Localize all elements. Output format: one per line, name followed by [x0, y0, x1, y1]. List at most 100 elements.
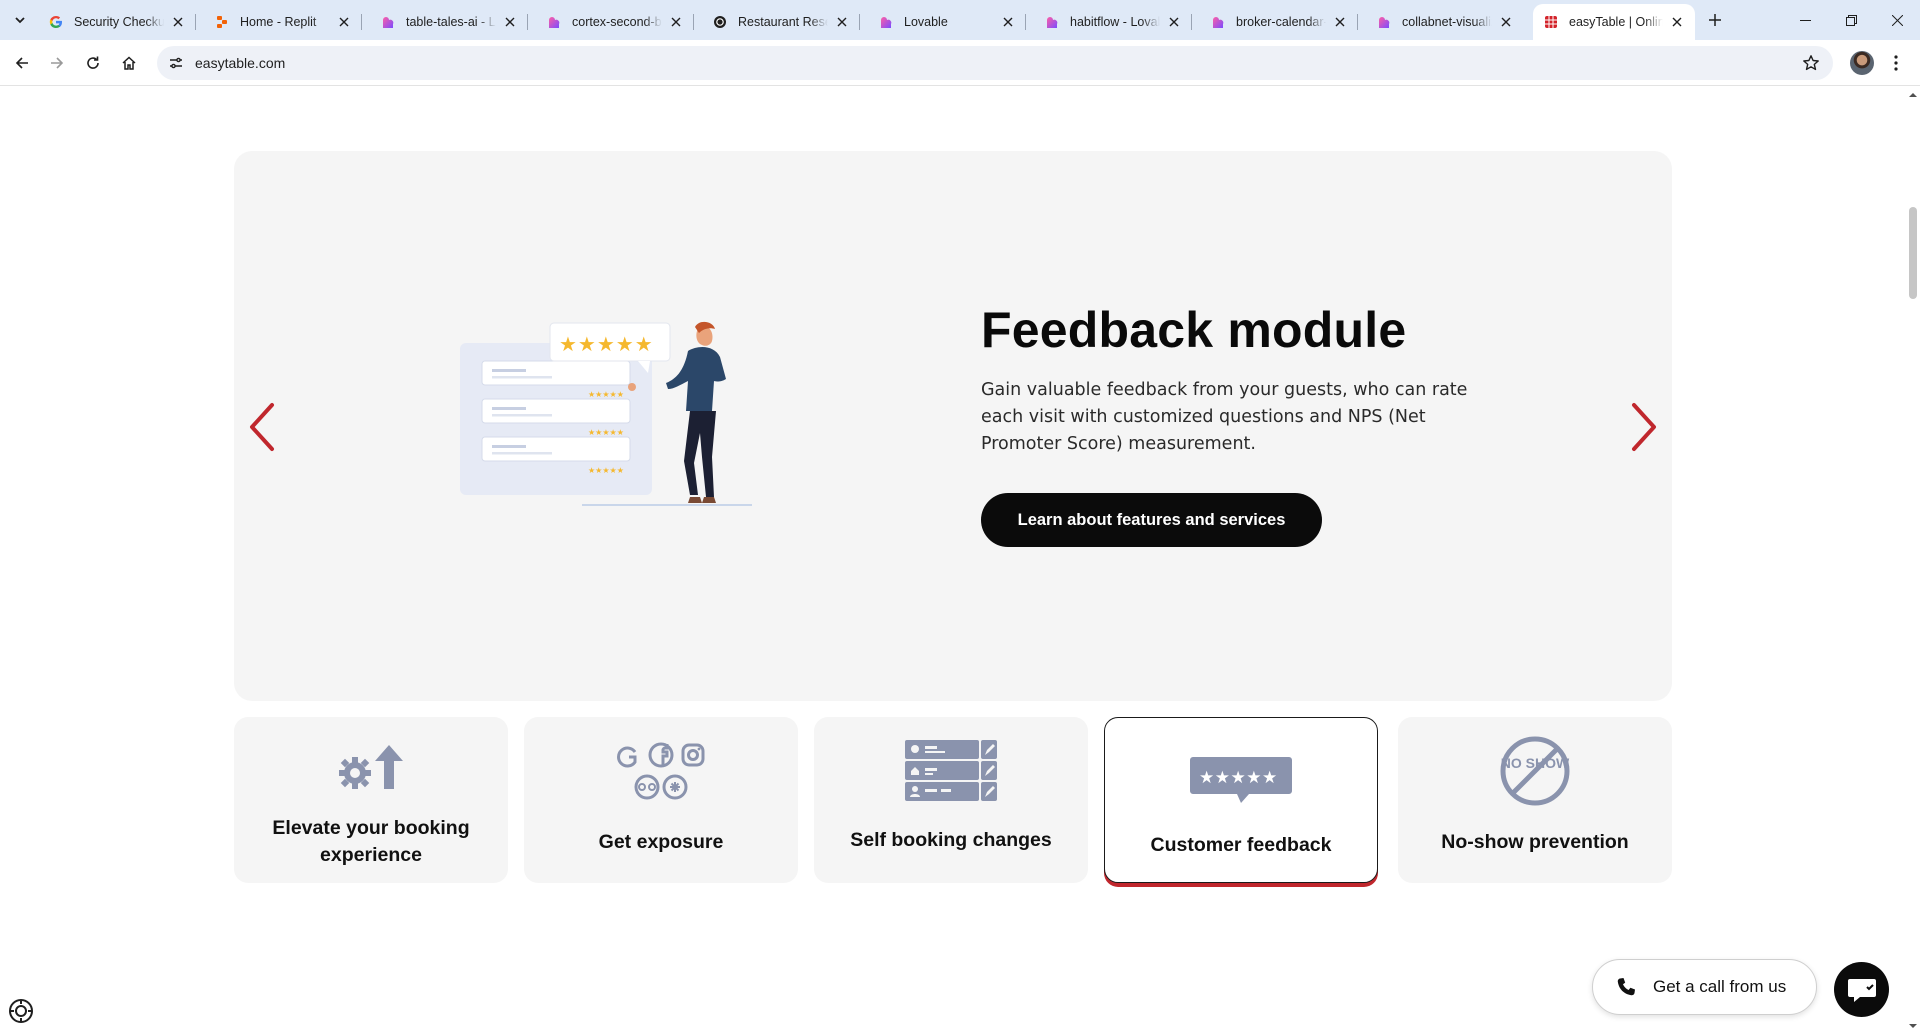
- restore-button[interactable]: [1828, 0, 1874, 40]
- openai-icon: [712, 14, 728, 30]
- home-button[interactable]: [113, 47, 145, 79]
- arrow-right-icon: [51, 57, 64, 69]
- scroll-up-icon[interactable]: [1909, 91, 1917, 99]
- browser-menu-button[interactable]: [1884, 51, 1908, 75]
- browser-tab-bar: Security Checkup Home - Replit table-tal…: [0, 0, 1920, 40]
- tab-security-checkup[interactable]: Security Checkup: [38, 4, 196, 40]
- phone-icon: [1615, 976, 1637, 998]
- address-bar[interactable]: easytable.com: [157, 46, 1833, 80]
- feature-label: No-show prevention: [1441, 831, 1629, 853]
- carousel-next-button[interactable]: [1624, 399, 1664, 455]
- close-icon[interactable]: [502, 14, 518, 30]
- close-icon[interactable]: [170, 14, 186, 30]
- tab-easytable[interactable]: easyTable | Online booking: [1533, 4, 1695, 40]
- more-vertical-icon: [1894, 55, 1898, 71]
- feature-label: Get exposure: [598, 831, 724, 853]
- review-card: ★★★★★ ★★★★★ ★★★★★: [481, 360, 631, 475]
- scroll-down-icon[interactable]: [1909, 1022, 1917, 1030]
- tab-broker-calendar[interactable]: broker-calendar-view - Lovable: [1200, 4, 1358, 40]
- arrow-left-icon: [15, 57, 28, 69]
- svg-text:★★★★★: ★★★★★: [559, 332, 654, 356]
- lovable-icon: [546, 14, 562, 30]
- feature-carousel-slide: ★★★★★ ★★★★★ ★★★★★ ★★★★★ Feedback module …: [234, 151, 1672, 701]
- lovable-icon: [1044, 14, 1060, 30]
- bookmark-star-icon[interactable]: [1801, 53, 1821, 73]
- page-scrollbar[interactable]: [1906, 87, 1920, 1032]
- feature-label: Customer feedback: [1150, 834, 1332, 856]
- tab-restaurant-reservation[interactable]: Restaurant Reservation: [702, 4, 860, 40]
- close-window-button[interactable]: [1874, 0, 1920, 40]
- close-icon: [1891, 14, 1903, 26]
- profile-avatar[interactable]: [1850, 51, 1874, 75]
- svg-text:★★★★★: ★★★★★: [1199, 768, 1278, 788]
- lovable-icon: [1210, 14, 1226, 30]
- close-icon[interactable]: [1332, 14, 1348, 30]
- rating-bubble-icon: ★★★★★: [1105, 748, 1377, 812]
- learn-features-button[interactable]: Learn about features and services: [981, 493, 1322, 547]
- close-icon[interactable]: [1166, 14, 1182, 30]
- minimize-button[interactable]: [1782, 0, 1828, 40]
- tab-collabnet-visualizer[interactable]: collabnet-visualizer - Lovable: [1366, 4, 1524, 40]
- tab-title: collabnet-visualizer - Lovable: [1402, 15, 1492, 29]
- tab-title: table-tales-ai - Lovable: [406, 15, 496, 29]
- lovable-icon: [380, 14, 396, 30]
- tab-title: Lovable: [904, 15, 948, 29]
- feature-tab-no-show[interactable]: NO SHOW No-show prevention: [1398, 717, 1672, 883]
- feature-label: Elevate your booking experience: [272, 817, 470, 866]
- no-show-badge-text: NO SHOW: [1501, 755, 1570, 771]
- tab-lovable[interactable]: Lovable: [868, 4, 1026, 40]
- close-icon[interactable]: [834, 14, 850, 30]
- hero-title: Feedback module: [981, 302, 1407, 358]
- forward-button[interactable]: [41, 47, 73, 79]
- chat-button[interactable]: [1834, 962, 1889, 1017]
- chat-icon: [1847, 978, 1876, 1002]
- tab-title: Security Checkup: [74, 15, 164, 29]
- feature-tab-exposure[interactable]: Get exposure: [524, 717, 798, 883]
- tab-cortex-second-brain[interactable]: cortex-second-brain - Lovable: [536, 4, 694, 40]
- scrollbar-thumb[interactable]: [1909, 207, 1917, 299]
- back-button[interactable]: [6, 47, 38, 79]
- close-icon[interactable]: [336, 14, 352, 30]
- close-icon[interactable]: [1000, 14, 1016, 30]
- accessibility-widget-button[interactable]: [8, 998, 34, 1024]
- site-info-icon[interactable]: [163, 50, 189, 76]
- social-networks-icon: [524, 739, 798, 803]
- close-icon[interactable]: [668, 14, 684, 30]
- google-icon: [48, 14, 64, 30]
- reload-button[interactable]: [77, 47, 109, 79]
- tab-search-button[interactable]: [8, 8, 32, 32]
- no-show-icon: NO SHOW: [1398, 736, 1672, 806]
- page-content: ★★★★★ ★★★★★ ★★★★★ ★★★★★ Feedback module …: [0, 87, 1906, 1032]
- lovable-icon: [878, 14, 894, 30]
- tab-title: broker-calendar-view - Lovable: [1236, 15, 1326, 29]
- tab-title: Home - Replit: [240, 15, 317, 29]
- address-url[interactable]: easytable.com: [195, 55, 285, 71]
- feature-tab-customer-feedback[interactable]: ★★★★★ Customer feedback: [1104, 717, 1378, 883]
- tab-title: Restaurant Reservation: [738, 15, 828, 29]
- feature-tabs: Elevate your booking experience Get expo…: [234, 717, 1672, 887]
- tab-habitflow[interactable]: habitflow - Lovable: [1034, 4, 1192, 40]
- tab-table-tales-ai[interactable]: table-tales-ai - Lovable: [370, 4, 528, 40]
- close-icon[interactable]: [1498, 14, 1514, 30]
- feature-label: Self booking changes: [850, 829, 1052, 851]
- feature-tab-elevate[interactable]: Elevate your booking experience: [234, 717, 508, 883]
- carousel-prev-button[interactable]: [242, 399, 282, 455]
- new-tab-button[interactable]: [1703, 8, 1727, 32]
- svg-text:★★★★★: ★★★★★: [588, 428, 624, 437]
- home-icon: [122, 56, 136, 70]
- chevron-left-icon: [250, 403, 274, 451]
- tab-replit[interactable]: Home - Replit: [204, 4, 362, 40]
- close-icon[interactable]: [1669, 14, 1685, 30]
- tab-title: easyTable | Online booking: [1569, 15, 1663, 29]
- get-call-button[interactable]: Get a call from us: [1592, 959, 1817, 1015]
- replit-icon: [214, 14, 230, 30]
- feature-tab-self-booking[interactable]: Self booking changes: [814, 717, 1088, 883]
- chevron-down-icon: [15, 17, 25, 24]
- booking-list-edit-icon: [814, 739, 1088, 803]
- hero-description: Gain valuable feedback from your guests,…: [981, 380, 1468, 454]
- minimize-icon: [1799, 19, 1811, 21]
- get-call-label: Get a call from us: [1653, 977, 1787, 996]
- plus-icon: [1709, 14, 1721, 26]
- tab-title: habitflow - Lovable: [1070, 15, 1160, 29]
- browser-toolbar: easytable.com: [0, 40, 1920, 86]
